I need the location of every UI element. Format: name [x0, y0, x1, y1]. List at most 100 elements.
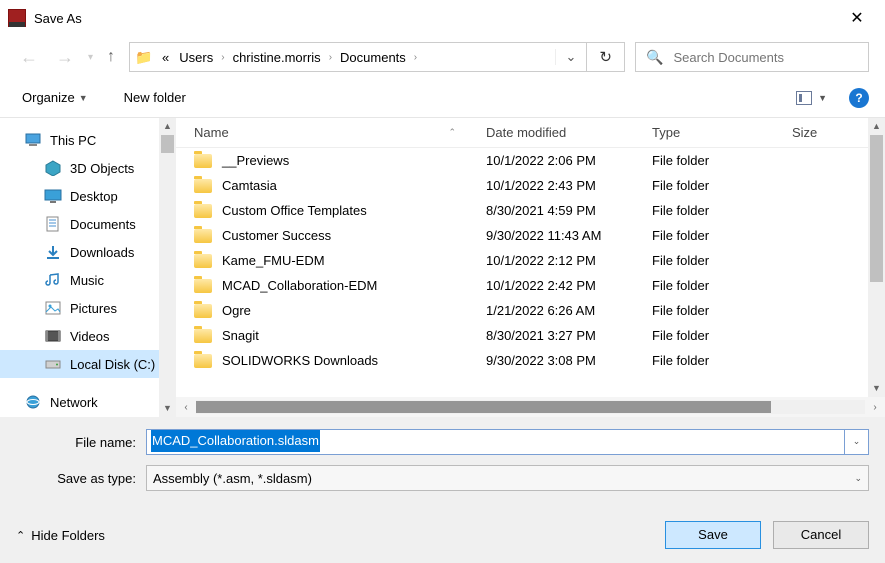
sidebar-scrollbar[interactable]: ▲ ▼: [159, 118, 176, 417]
column-header-name[interactable]: Name ⌃: [176, 125, 486, 140]
column-headers: Name ⌃ Date modified Type Size: [176, 118, 885, 148]
sidebar-item-disk[interactable]: Local Disk (C:): [0, 350, 176, 378]
file-row[interactable]: Customer Success9/30/2022 11:43 AMFile f…: [176, 223, 885, 248]
address-bar[interactable]: 📁 « Users › christine.morris › Documents…: [129, 42, 625, 72]
file-list-pane: Name ⌃ Date modified Type Size __Preview…: [176, 118, 885, 417]
scroll-left-button[interactable]: ‹: [176, 402, 196, 413]
music-icon: [44, 272, 62, 288]
search-box[interactable]: 🔍: [635, 42, 869, 72]
nav-bar: ← → ▾ ↑ 📁 « Users › christine.morris › D…: [0, 36, 885, 78]
file-row[interactable]: Snagit8/30/2021 3:27 PMFile folder: [176, 323, 885, 348]
file-type: File folder: [652, 328, 792, 343]
titlebar: Save As ✕: [0, 0, 885, 36]
filename-label: File name:: [16, 435, 146, 450]
forward-button[interactable]: →: [52, 45, 78, 70]
savetype-select[interactable]: Assembly (*.asm, *.sldasm) ⌄: [146, 465, 869, 491]
sidebar: This PC 3D Objects Desktop Documents Downloa…: [0, 118, 176, 417]
file-type: File folder: [652, 178, 792, 193]
file-row[interactable]: Ogre1/21/2022 6:26 AMFile folder: [176, 298, 885, 323]
back-button[interactable]: ←: [16, 45, 42, 70]
sidebar-item-music[interactable]: Music: [0, 266, 176, 294]
breadcrumb-seg[interactable]: christine.morris: [231, 48, 323, 67]
sidebar-item-label: Desktop: [70, 189, 118, 204]
refresh-button[interactable]: ↻: [586, 43, 624, 71]
view-options-button[interactable]: ▼: [790, 87, 833, 109]
file-row[interactable]: SOLIDWORKS Downloads9/30/2022 3:08 PMFil…: [176, 348, 885, 373]
file-scrollbar-horizontal[interactable]: ‹ ›: [176, 397, 885, 417]
breadcrumb-seg[interactable]: Users: [177, 48, 215, 67]
sidebar-item-desktop[interactable]: Desktop: [0, 182, 176, 210]
organize-button[interactable]: Organize ▼: [16, 86, 94, 109]
sidebar-item-pictures[interactable]: Pictures: [0, 294, 176, 322]
recent-locations-button[interactable]: ▾: [88, 52, 93, 63]
chevron-right-icon: ›: [221, 52, 224, 63]
pictures-icon: [44, 300, 62, 316]
scroll-up-button[interactable]: ▲: [868, 118, 885, 135]
sidebar-item-label: Documents: [70, 217, 136, 232]
scroll-thumb[interactable]: [161, 135, 174, 153]
disk-icon: [44, 356, 62, 372]
breadcrumb: « Users › christine.morris › Documents ›: [158, 48, 554, 67]
sidebar-item-3d[interactable]: 3D Objects: [0, 154, 176, 182]
folder-icon: [194, 279, 212, 293]
close-button[interactable]: ✕: [837, 8, 877, 28]
scroll-down-button[interactable]: ▼: [159, 400, 176, 417]
file-row[interactable]: Kame_FMU-EDM10/1/2022 2:12 PMFile folder: [176, 248, 885, 273]
file-row[interactable]: MCAD_Collaboration-EDM 10/1/2022 2:42 PMF…: [176, 273, 885, 298]
help-button[interactable]: ?: [849, 88, 869, 108]
file-row[interactable]: Custom Office Templates 8/30/2021 4:59 PM…: [176, 198, 885, 223]
file-name: Ogre: [222, 303, 251, 318]
file-date: 10/1/2022 2:42 PM: [486, 278, 652, 293]
scroll-thumb[interactable]: [870, 135, 883, 282]
sidebar-item-label: Pictures: [70, 301, 117, 316]
new-folder-label: New folder: [124, 90, 186, 105]
column-header-date[interactable]: Date modified: [486, 125, 652, 140]
file-name: __Previews: [222, 153, 289, 168]
sidebar-item-label: Network: [50, 395, 98, 410]
downloads-icon: [44, 244, 62, 260]
hide-folders-button[interactable]: ⌃ Hide Folders: [16, 528, 105, 543]
scroll-down-button[interactable]: ▼: [868, 380, 885, 397]
address-dropdown[interactable]: ⌄: [555, 49, 587, 65]
file-row[interactable]: Camtasia10/1/2022 2:43 PMFile folder: [176, 173, 885, 198]
app-icon: [8, 9, 26, 27]
breadcrumb-seg[interactable]: Documents: [338, 48, 408, 67]
file-name: MCAD_Collaboration-EDM: [222, 278, 377, 293]
sidebar-item-label: 3D Objects: [70, 161, 134, 176]
sidebar-item-videos[interactable]: Videos: [0, 322, 176, 350]
file-date: 10/1/2022 2:12 PM: [486, 253, 652, 268]
search-input[interactable]: [673, 50, 868, 65]
filename-dropdown[interactable]: ⌄: [845, 429, 869, 455]
videos-icon: [44, 328, 62, 344]
file-type: File folder: [652, 278, 792, 293]
sidebar-item-label: Downloads: [70, 245, 134, 260]
bottom-panel: File name: MCAD_Collaboration.sldasm ⌄ S…: [0, 417, 885, 563]
filename-value: MCAD_Collaboration.sldasm: [151, 430, 320, 452]
file-row[interactable]: __Previews10/1/2022 2:06 PMFile folder: [176, 148, 885, 173]
new-folder-button[interactable]: New folder: [118, 86, 192, 109]
folder-icon: [194, 179, 212, 193]
scroll-right-button[interactable]: ›: [865, 402, 885, 413]
file-scrollbar-vertical[interactable]: ▲ ▼: [868, 118, 885, 397]
search-icon: 🔍: [646, 49, 663, 66]
save-button[interactable]: Save: [665, 521, 761, 549]
folder-icon: [194, 354, 212, 368]
sidebar-item-network[interactable]: Network: [0, 388, 176, 416]
column-header-type[interactable]: Type: [652, 125, 792, 140]
scroll-thumb[interactable]: [196, 401, 771, 413]
sidebar-item-downloads[interactable]: Downloads: [0, 238, 176, 266]
main-area: This PC 3D Objects Desktop Documents Downloa…: [0, 118, 885, 417]
file-name: Custom Office Templates: [222, 203, 367, 218]
folder-icon: [194, 254, 212, 268]
sort-indicator-icon: ⌃: [448, 127, 456, 138]
breadcrumb-lead[interactable]: «: [160, 48, 171, 67]
scroll-up-button[interactable]: ▲: [159, 118, 176, 135]
sidebar-item-pc[interactable]: This PC: [0, 126, 176, 154]
sidebar-item-documents[interactable]: Documents: [0, 210, 176, 238]
sidebar-item-label: Local Disk (C:): [70, 357, 155, 372]
savetype-value: Assembly (*.asm, *.sldasm): [153, 471, 312, 486]
file-date: 8/30/2021 4:59 PM: [486, 203, 652, 218]
up-button[interactable]: ↑: [103, 46, 119, 68]
cancel-button[interactable]: Cancel: [773, 521, 869, 549]
filename-input[interactable]: MCAD_Collaboration.sldasm: [146, 429, 845, 455]
